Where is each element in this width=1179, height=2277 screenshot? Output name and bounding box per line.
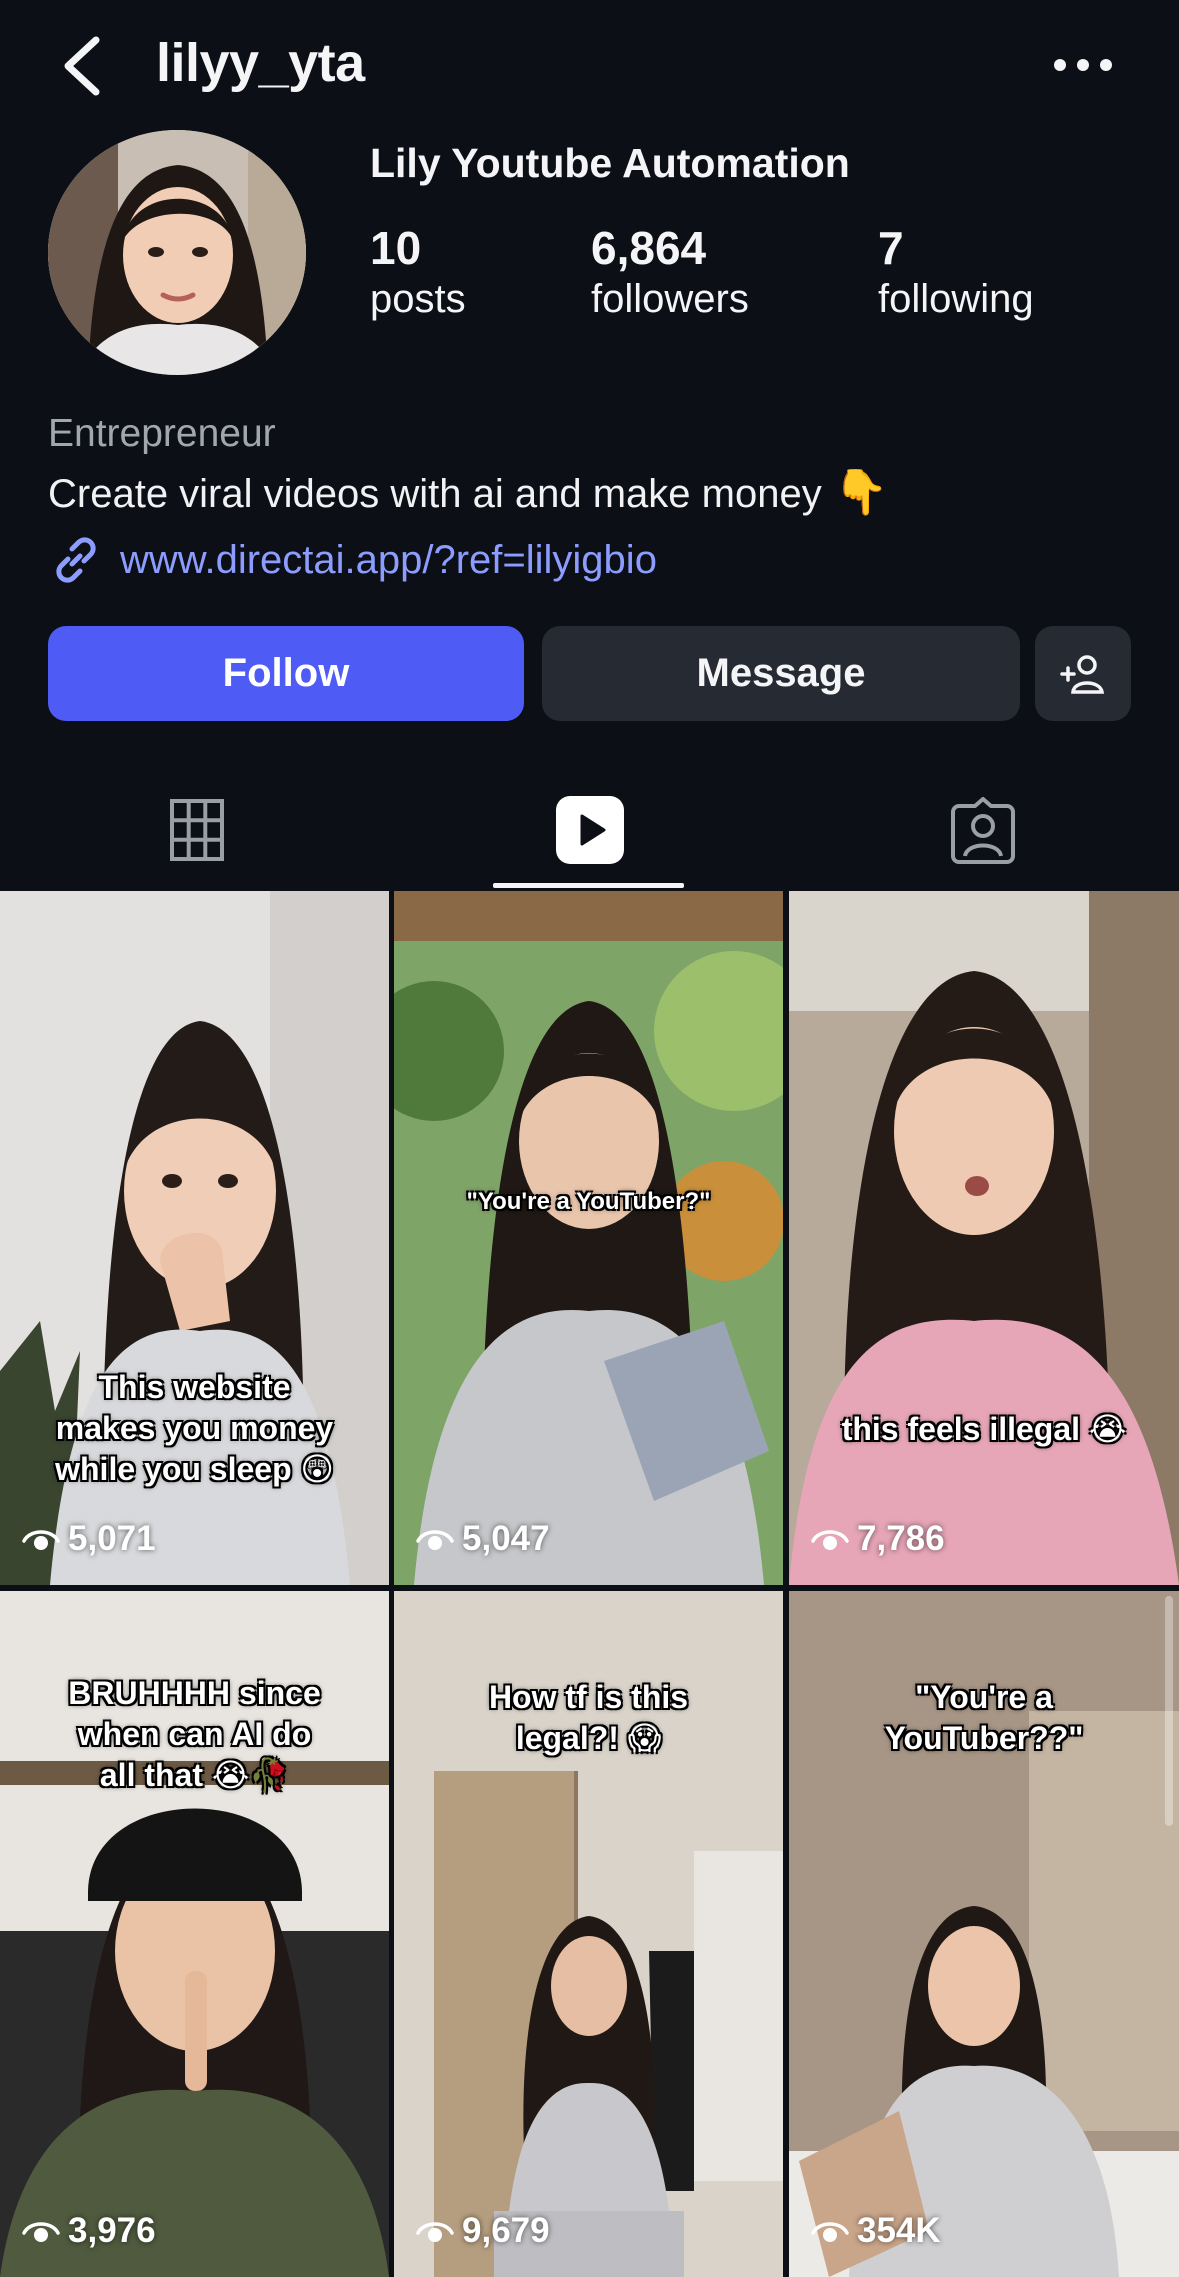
following-count: 7 xyxy=(878,222,904,274)
followers-stat[interactable]: 6,864 followers xyxy=(591,222,749,323)
message-button[interactable]: Message xyxy=(542,626,1020,721)
reel-view-count: 354K xyxy=(857,2211,941,2250)
reel-thumbnail xyxy=(789,891,1179,1585)
pointing-down-emoji: 👇 xyxy=(833,468,889,517)
reel-view-count: 9,679 xyxy=(462,2211,550,2250)
top-bar: lilyy_yta xyxy=(0,0,1179,130)
tab-tagged[interactable] xyxy=(786,770,1179,890)
reel-caption: this feels illegal 😭 xyxy=(841,1411,1127,1447)
reel-views: 7,786 xyxy=(811,1519,945,1559)
follow-button[interactable]: Follow xyxy=(48,626,524,721)
link-icon xyxy=(56,537,96,583)
posts-label: posts xyxy=(370,276,466,321)
eye-icon xyxy=(22,2222,60,2242)
reel-views: 3,976 xyxy=(22,2211,156,2251)
reel-view-count: 3,976 xyxy=(68,2211,156,2250)
reel-tile[interactable]: "You're a YouTuber??" 354K xyxy=(789,1591,1179,2277)
eye-icon xyxy=(22,1530,60,1550)
reel-tile[interactable]: "You're a YouTuber?" 5,047 xyxy=(394,891,783,1585)
reel-views: 5,047 xyxy=(416,1519,550,1559)
reel-views: 9,679 xyxy=(416,2211,550,2251)
profile-bio: Create viral videos with ai and make mon… xyxy=(48,466,889,518)
profile-username: lilyy_yta xyxy=(156,33,365,93)
reel-view-count: 5,047 xyxy=(462,1519,550,1558)
eye-icon xyxy=(416,1530,454,1550)
tab-reels[interactable] xyxy=(393,770,786,890)
reel-tile[interactable]: this feels illegal 😭 7,786 xyxy=(789,891,1179,1585)
tab-posts[interactable] xyxy=(0,770,393,890)
more-icon xyxy=(1054,59,1112,71)
chevron-left-icon xyxy=(64,36,100,96)
reel-caption: This website makes you money while you sle… xyxy=(55,1369,334,1487)
add-user-icon xyxy=(1060,654,1105,694)
posts-stat[interactable]: 10 posts xyxy=(370,222,466,323)
reel-caption: "You're a YouTuber?" xyxy=(466,1188,711,1215)
tagged-icon xyxy=(950,797,1015,864)
reel-caption: "You're a YouTuber??" xyxy=(884,1679,1084,1756)
followers-label: followers xyxy=(591,276,749,321)
reel-tile[interactable]: How tf is this legal?! 😱 9,679 xyxy=(394,1591,783,2277)
bio-text: Create viral videos with ai and make mon… xyxy=(48,472,822,516)
reel-caption: BRUHHHH since when can AI do all that 😭🥀 xyxy=(68,1675,321,1793)
eye-icon xyxy=(811,2222,849,2242)
suggested-users-button[interactable] xyxy=(1035,626,1131,721)
eye-icon xyxy=(811,1530,849,1550)
reel-caption: How tf is this legal?! 😱 xyxy=(488,1679,689,1756)
reels-grid: This website makes you money while you sle… xyxy=(0,891,1179,2277)
following-label: following xyxy=(878,276,1034,321)
eye-icon xyxy=(416,2222,454,2242)
reel-views: 354K xyxy=(811,2211,941,2251)
grid-icon xyxy=(169,799,224,861)
profile-link-text[interactable]: www.directai.app/?ref=lilyigbio xyxy=(120,538,657,583)
display-name: Lily Youtube Automation xyxy=(370,140,850,186)
reel-views: 5,071 xyxy=(22,1519,156,1559)
followers-count: 6,864 xyxy=(591,222,707,274)
active-tab-indicator xyxy=(493,883,684,888)
following-stat[interactable]: 7 following xyxy=(878,222,1034,323)
reels-icon xyxy=(555,796,624,864)
avatar[interactable] xyxy=(48,130,306,375)
more-options-button[interactable] xyxy=(1045,48,1121,82)
profile-link[interactable]: www.directai.app/?ref=lilyigbio xyxy=(48,530,657,590)
profile-category: Entrepreneur xyxy=(48,412,276,455)
posts-count: 10 xyxy=(370,222,422,274)
reel-tile[interactable]: This website makes you money while you sle… xyxy=(0,891,389,1585)
avatar-image xyxy=(48,130,306,375)
reel-view-count: 5,071 xyxy=(68,1519,156,1558)
reel-thumbnail xyxy=(394,891,783,1585)
profile-tabs xyxy=(0,770,1179,890)
back-button[interactable] xyxy=(58,34,108,98)
reel-view-count: 7,786 xyxy=(857,1519,945,1558)
scroll-indicator[interactable] xyxy=(1165,1596,1173,1826)
reel-tile[interactable]: BRUHHHH since when can AI do all that 😭🥀 3… xyxy=(0,1591,389,2277)
